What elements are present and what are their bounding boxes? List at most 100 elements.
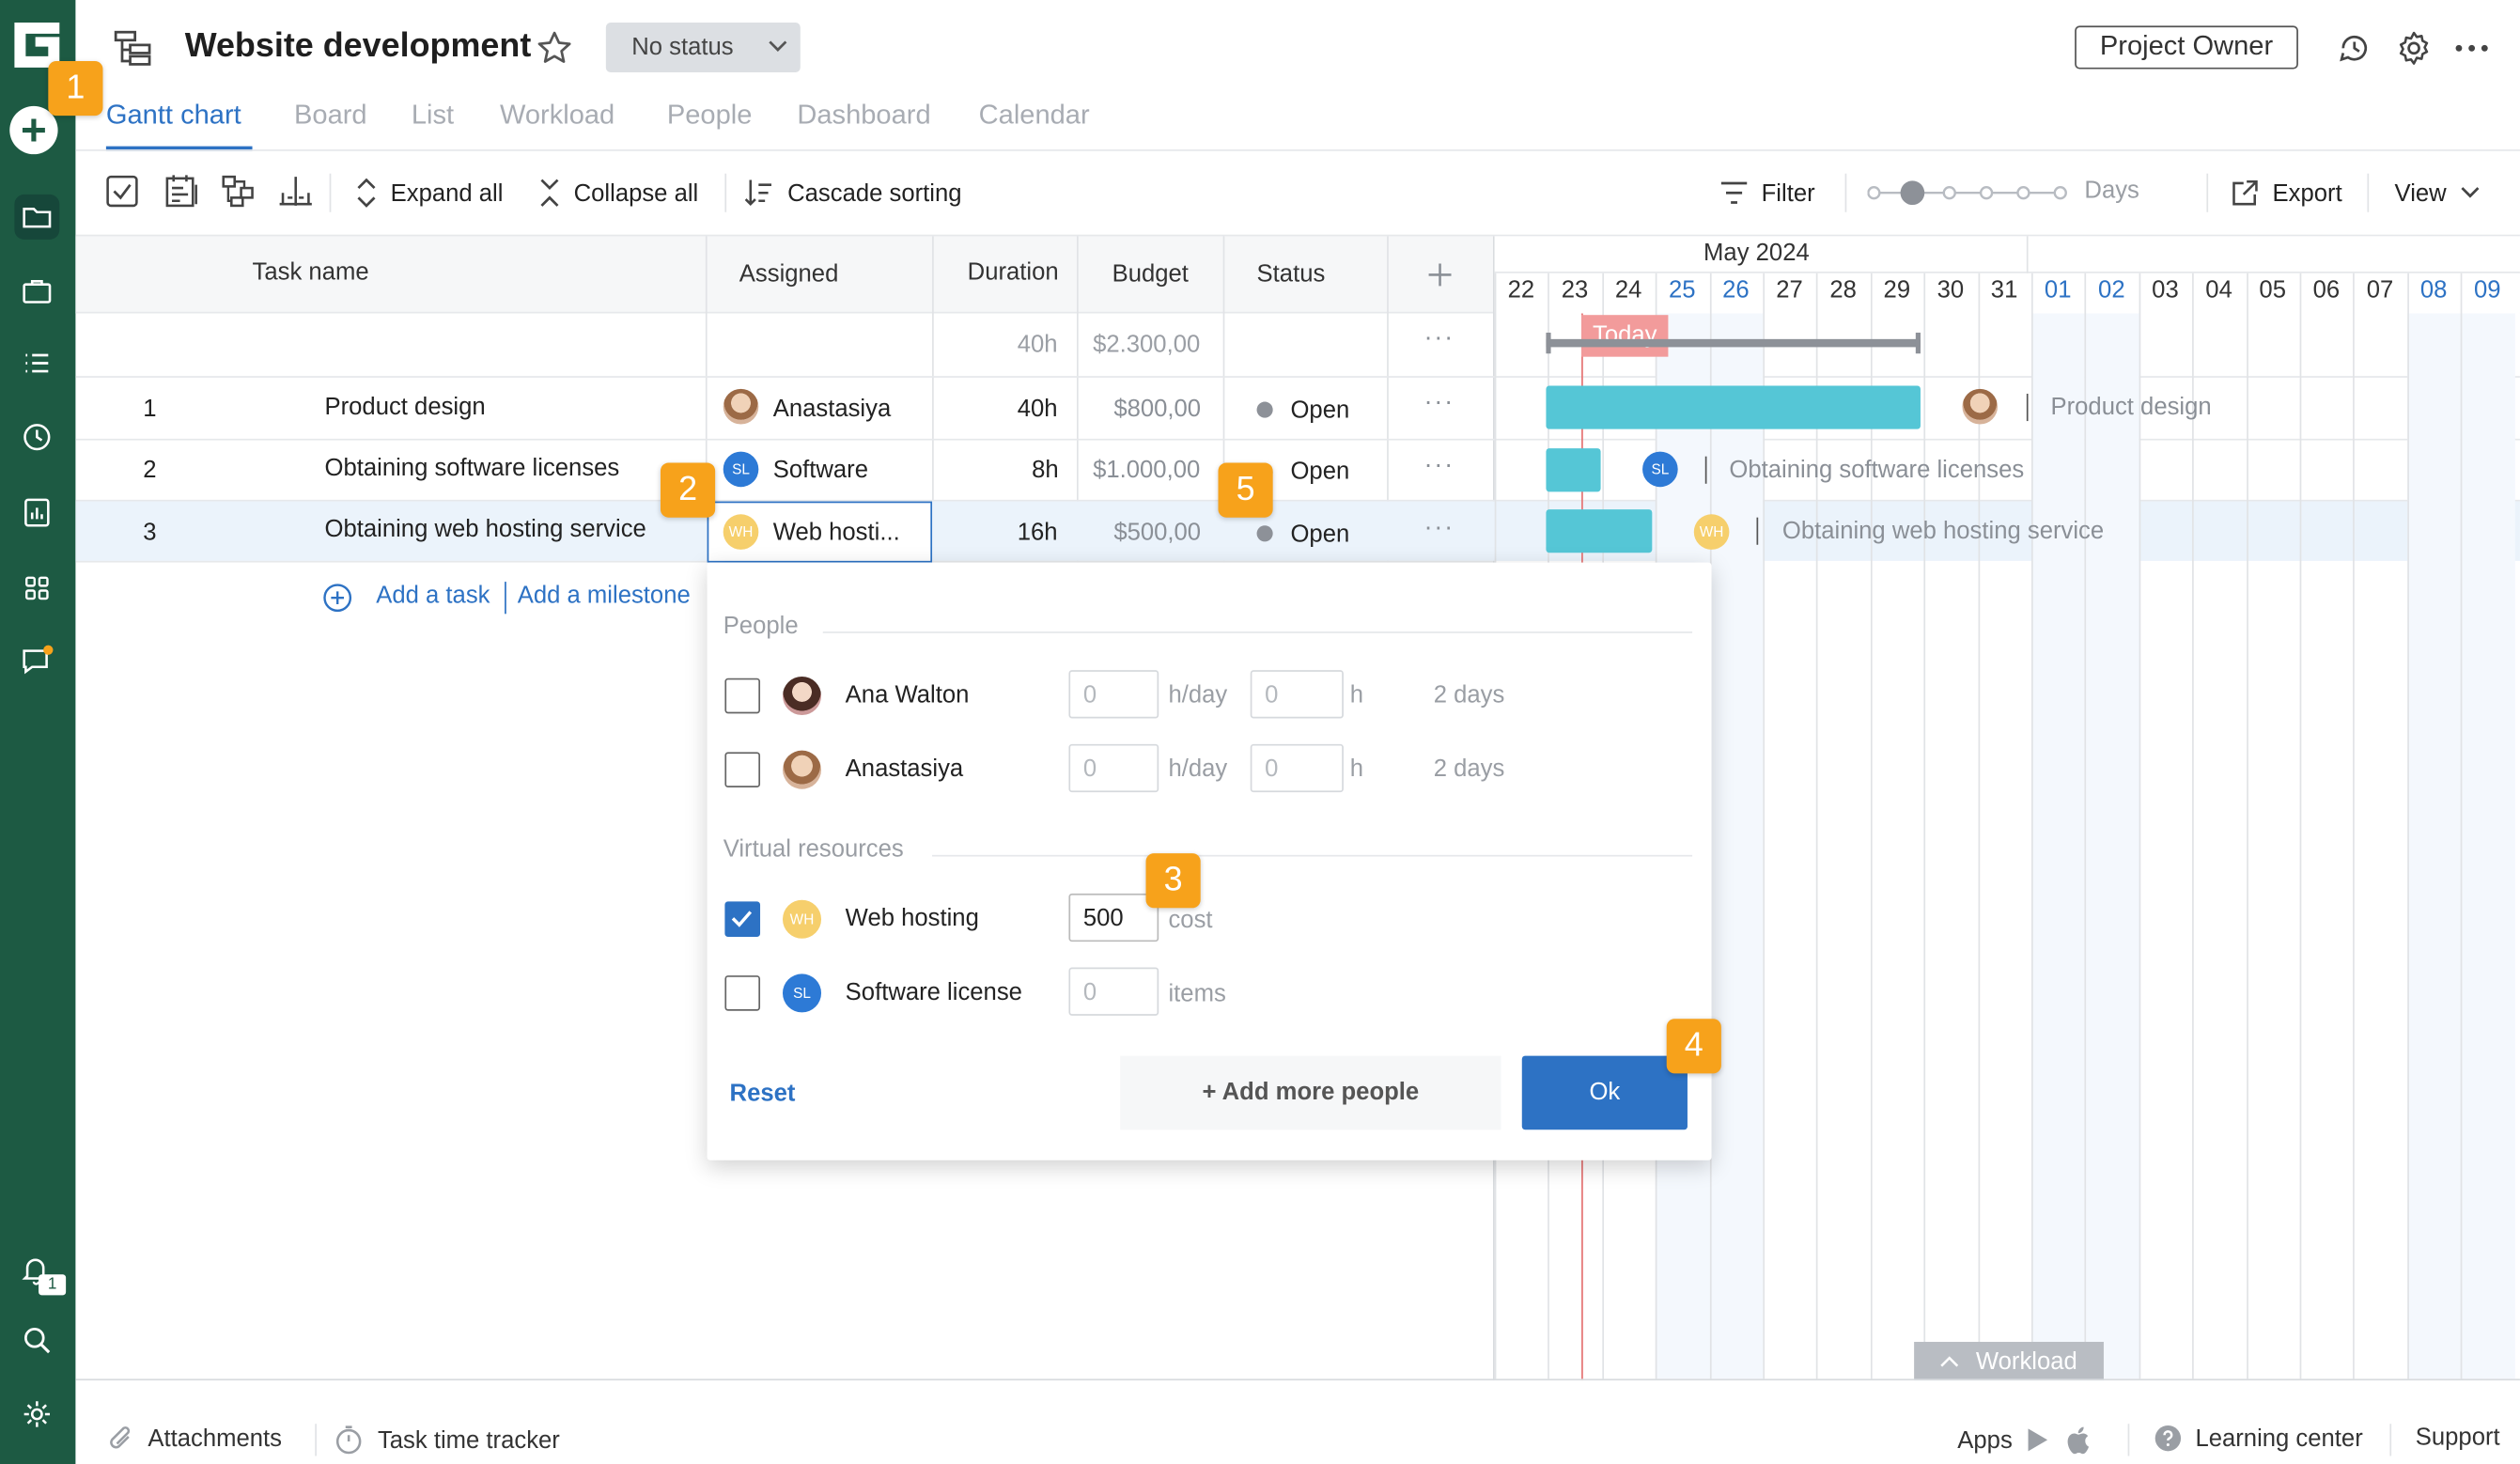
task-name[interactable]: Obtaining web hosting service: [325, 516, 646, 543]
tab-list[interactable]: List: [412, 100, 454, 132]
row-menu-icon[interactable]: ···: [1423, 389, 1454, 418]
projects-icon[interactable]: [14, 194, 60, 240]
hours-per-day-input[interactable]: 0: [1068, 670, 1159, 719]
resource-checkbox-checked[interactable]: [724, 901, 761, 938]
reset-button[interactable]: Reset: [730, 1080, 796, 1107]
task-bar[interactable]: [1546, 385, 1921, 429]
hours-per-day-input[interactable]: 0: [1068, 743, 1159, 793]
history-icon[interactable]: [2335, 29, 2373, 68]
row-menu-icon[interactable]: ···: [1423, 324, 1454, 353]
project-status-value: No status: [631, 33, 734, 61]
learning-center-button[interactable]: Learning center: [2154, 1424, 2363, 1453]
hours-input[interactable]: 0: [1250, 743, 1344, 793]
task-duration[interactable]: 16h: [1018, 519, 1058, 546]
person-checkbox[interactable]: [724, 752, 761, 788]
task-budget[interactable]: $1.000,00: [1093, 457, 1200, 484]
select-tasks-icon[interactable]: [104, 174, 140, 210]
cascade-sorting-button[interactable]: Cascade sorting: [742, 174, 962, 212]
ok-button[interactable]: Ok: [1521, 1055, 1688, 1130]
tab-workload[interactable]: Workload: [500, 100, 614, 132]
add-more-people-button[interactable]: + Add more people: [1120, 1055, 1501, 1130]
filter-button[interactable]: Filter: [1719, 174, 1815, 212]
assigned-name[interactable]: Software: [773, 457, 868, 484]
comments-icon[interactable]: [14, 640, 59, 685]
integrations-icon[interactable]: [14, 566, 59, 611]
tab-board[interactable]: Board: [294, 100, 367, 132]
day-label: 26: [1722, 276, 1750, 304]
hours-input[interactable]: 0: [1250, 670, 1344, 719]
view-button[interactable]: View: [2395, 174, 2482, 212]
footer-border: [75, 1378, 2520, 1381]
day-gridline: [2247, 273, 2248, 1379]
support-link[interactable]: Support: [2416, 1424, 2500, 1451]
day-label: 02: [2098, 276, 2125, 304]
assigned-name[interactable]: Web hosti...: [773, 519, 900, 546]
project-owner-button[interactable]: Project Owner: [2075, 25, 2298, 70]
project-title[interactable]: Website development: [185, 27, 532, 66]
task-duration[interactable]: 40h: [1018, 396, 1058, 423]
resource-checkbox[interactable]: [724, 975, 761, 1011]
apps-link[interactable]: Apps: [1957, 1424, 2092, 1456]
row-menu-icon[interactable]: ···: [1423, 452, 1454, 481]
task-bar[interactable]: [1546, 448, 1601, 492]
zoom-slider[interactable]: [1867, 179, 2071, 208]
collapse-all-button[interactable]: Collapse all: [538, 174, 698, 212]
column-header-assigned[interactable]: Assigned: [739, 260, 839, 288]
project-status-select[interactable]: No status: [605, 22, 801, 72]
task-duration[interactable]: 8h: [1032, 457, 1059, 484]
task-status[interactable]: Open: [1290, 397, 1349, 424]
task-status[interactable]: Open: [1290, 458, 1349, 485]
task-name[interactable]: Obtaining software licenses: [325, 455, 620, 482]
settings-icon[interactable]: [14, 1392, 59, 1437]
apple-icon[interactable]: [2064, 1424, 2093, 1456]
task-name[interactable]: Product design: [325, 394, 486, 421]
task-status[interactable]: Open: [1290, 521, 1349, 548]
task-budget[interactable]: $500,00: [1113, 519, 1201, 546]
baseline-icon[interactable]: [163, 172, 201, 210]
attachments-button[interactable]: Attachments: [106, 1424, 282, 1453]
search-icon[interactable]: [14, 1317, 59, 1363]
tab-gantt-chart[interactable]: Gantt chart: [106, 100, 241, 132]
project-summary-bar[interactable]: [1546, 338, 1921, 348]
time-log-icon[interactable]: [14, 414, 59, 459]
collapse-icon: [540, 179, 559, 207]
column-header-status[interactable]: Status: [1257, 260, 1326, 288]
portfolio-icon[interactable]: [14, 269, 59, 314]
resource-items-input[interactable]: 0: [1068, 967, 1159, 1016]
column-header-budget[interactable]: Budget: [1112, 260, 1189, 288]
critical-path-icon[interactable]: [220, 174, 256, 210]
time-tracker-button[interactable]: Task time tracker: [333, 1424, 560, 1456]
tab-dashboard[interactable]: Dashboard: [797, 100, 930, 132]
auto-scheduling-icon[interactable]: [276, 174, 315, 210]
task-list-icon[interactable]: [14, 341, 59, 386]
project-structure-icon[interactable]: [113, 29, 154, 68]
reports-icon[interactable]: [14, 491, 59, 536]
column-header-duration[interactable]: Duration: [968, 258, 1059, 286]
task-number: 2: [143, 456, 157, 484]
add-column-icon[interactable]: [1425, 260, 1454, 289]
tab-people[interactable]: People: [667, 100, 753, 132]
add-task-icon[interactable]: [321, 582, 353, 614]
month-separator: [2026, 236, 2029, 273]
day-label: 23: [1561, 276, 1589, 304]
task-bar[interactable]: [1546, 509, 1653, 553]
day-label: 08: [2419, 276, 2448, 304]
apps-label: Apps: [1957, 1425, 2013, 1454]
column-header-task-name[interactable]: Task name: [253, 258, 369, 286]
step-badge-3: 3: [1145, 853, 1201, 909]
tab-calendar[interactable]: Calendar: [979, 100, 1090, 132]
add-task-link[interactable]: Add a task: [376, 582, 490, 609]
workload-toggle[interactable]: Workload: [1914, 1342, 2104, 1381]
assigned-name[interactable]: Anastasiya: [773, 396, 892, 423]
row-menu-icon[interactable]: ···: [1423, 514, 1454, 543]
export-button[interactable]: Export: [2231, 174, 2342, 212]
favorite-star-icon[interactable]: [536, 29, 574, 68]
google-play-icon[interactable]: [2025, 1427, 2050, 1453]
day-label: 24: [1614, 276, 1642, 304]
more-menu-icon[interactable]: [2454, 32, 2490, 64]
add-milestone-link[interactable]: Add a milestone: [518, 582, 691, 609]
project-settings-icon[interactable]: [2395, 29, 2434, 68]
expand-all-button[interactable]: Expand all: [355, 174, 503, 212]
person-checkbox[interactable]: [724, 677, 761, 714]
task-budget[interactable]: $800,00: [1113, 396, 1201, 423]
